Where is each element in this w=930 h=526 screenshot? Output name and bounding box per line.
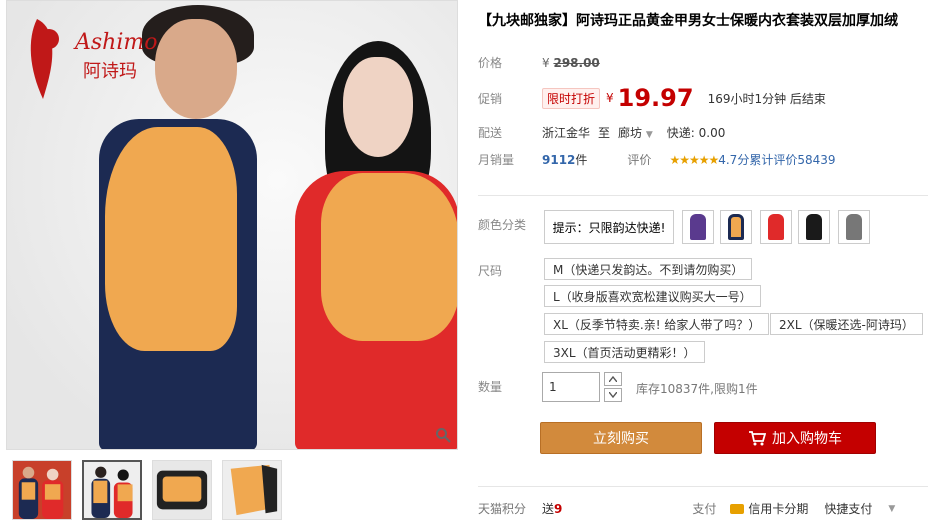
- chevron-down-icon: [609, 392, 617, 398]
- sales-label: 月销量: [478, 153, 515, 167]
- size-option-xl[interactable]: XL（反季节特卖.亲! 给家人带了吗？）: [544, 313, 770, 335]
- thumb-couple-back-icon: [84, 462, 140, 518]
- add-to-cart-button[interactable]: 加入购物车: [714, 422, 876, 454]
- color-label: 颜色分类: [478, 218, 527, 232]
- price-label: 价格: [478, 56, 503, 70]
- photo-man-vest: [105, 127, 237, 351]
- buy-now-button[interactable]: 立刻购买: [540, 422, 702, 454]
- chevron-up-icon: [609, 376, 617, 382]
- chevron-down-icon[interactable]: ▼: [888, 504, 895, 514]
- product-title: 【九块邮独家】阿诗玛正品黄金甲男女士保暖内衣套装双层加厚加绒: [478, 13, 898, 29]
- thumb-fabric-icon: [153, 461, 211, 519]
- brand-logo: Ashimo 阿诗玛: [30, 19, 158, 99]
- original-price: ¥ 298.00: [542, 56, 600, 70]
- swatch-grey-figure: [846, 214, 862, 240]
- pay-label: 支付: [692, 502, 717, 516]
- stock-text: 库存10837件,限购1件: [636, 382, 758, 396]
- swatch-purple-figure: [690, 214, 706, 240]
- monthly-sales-unit: 件: [575, 153, 588, 167]
- thumb-couple-icon: [13, 461, 71, 519]
- divider: [478, 486, 928, 487]
- monthly-sales-count: 9112: [542, 152, 576, 167]
- quantity-label: 数量: [478, 380, 503, 394]
- color-swatch-black[interactable]: [798, 210, 830, 244]
- color-swatch-red[interactable]: [760, 210, 792, 244]
- divider: [478, 195, 928, 196]
- swatch-black-figure: [806, 214, 822, 240]
- promo-row: 促销 限时打折 ¥ 19.97 169小时1分钟 后结束: [478, 84, 826, 112]
- shipping-to-word: 至: [598, 126, 611, 140]
- thumbnail-4[interactable]: [222, 460, 282, 520]
- quantity-input[interactable]: [542, 372, 600, 402]
- promo-tag: 限时打折: [542, 87, 601, 109]
- points-prefix: 送: [542, 502, 555, 516]
- size-option-l[interactable]: L（收身版喜欢宽松建议购买大一号）: [544, 285, 761, 307]
- thumbnail-1[interactable]: [12, 460, 72, 520]
- thumb-fabric-roll-icon: [223, 461, 281, 519]
- swatch-red-figure: [768, 214, 784, 240]
- promo-currency: ¥: [606, 91, 614, 105]
- thumbnail-3[interactable]: [152, 460, 212, 520]
- shipping-label: 配送: [478, 126, 503, 140]
- shipping-row: 配送 浙江金华 至 廊坊 ▼ 快递: 0.00: [478, 124, 725, 141]
- quantity-increase-button[interactable]: [604, 372, 622, 386]
- credit-card-icon: [730, 503, 745, 514]
- bottom-info-bar: 天猫积分 送 9 支付 信用卡分期 快捷支付 ▼: [478, 500, 928, 517]
- logo-latin: Ashimo: [73, 30, 158, 55]
- cart-icon: [749, 431, 766, 446]
- size-option-3xl[interactable]: 3XL（首页活动更精彩！）: [544, 341, 705, 363]
- size-option-m[interactable]: M（快递只发韵达。不到请勿购买）: [544, 258, 753, 280]
- promo-price: 19.97: [617, 84, 694, 112]
- add-to-cart-label: 加入购物车: [772, 431, 842, 447]
- review-label: 评价: [627, 153, 652, 167]
- photo-woman-head: [343, 57, 413, 157]
- logo-cn: 阿诗玛: [83, 61, 137, 82]
- chevron-down-icon: ▼: [645, 130, 653, 140]
- swatch-vest-figure: [728, 214, 744, 240]
- shipping-from: 浙江金华: [542, 126, 591, 140]
- price-row: 价格 ¥ 298.00: [478, 54, 600, 71]
- promo-label: 促销: [478, 91, 503, 106]
- stock-info: 库存10837件,限购1件: [636, 380, 758, 397]
- quick-pay-link[interactable]: 快捷支付: [824, 500, 872, 517]
- photo-woman-vest: [321, 173, 457, 341]
- size-label: 尺码: [478, 264, 503, 278]
- points-value: 9: [554, 501, 563, 516]
- color-swatch-purple[interactable]: [682, 210, 714, 244]
- quantity-decrease-button[interactable]: [604, 388, 622, 402]
- shipping-fee: 快递: 0.00: [666, 126, 726, 140]
- sales-row: 月销量 9112 件 评价 ★★★★★ 4.7分累计评价58439: [478, 151, 836, 168]
- points-label: 天猫积分: [478, 502, 527, 516]
- promo-countdown: 169小时1分钟 后结束: [707, 91, 826, 106]
- credit-installment-link[interactable]: 信用卡分期: [748, 500, 808, 517]
- original-price-value: 298.00: [553, 55, 600, 70]
- color-swatch-grey[interactable]: [838, 210, 870, 244]
- price-currency: ¥: [542, 55, 550, 70]
- color-label-row: 颜色分类: [478, 216, 542, 233]
- main-product-image[interactable]: Ashimo 阿诗玛: [6, 0, 458, 450]
- shipping-destination: 廊坊: [618, 126, 643, 140]
- review-summary-link[interactable]: 4.7分累计评价58439: [718, 151, 835, 168]
- color-tip-option[interactable]: 提示：只限韵达快递!: [544, 210, 674, 244]
- shipping-destination-select[interactable]: 廊坊 ▼: [618, 124, 653, 141]
- zoom-icon[interactable]: [435, 427, 451, 443]
- thumbnail-2[interactable]: [82, 460, 142, 520]
- size-option-2xl[interactable]: 2XL（保暖还选-阿诗玛）: [770, 313, 923, 335]
- rating-stars-icon: ★★★★★: [669, 152, 719, 167]
- size-label-row: 尺码: [478, 262, 542, 279]
- quantity-label-row: 数量: [478, 378, 542, 395]
- color-swatch-orange-vest[interactable]: [720, 210, 752, 244]
